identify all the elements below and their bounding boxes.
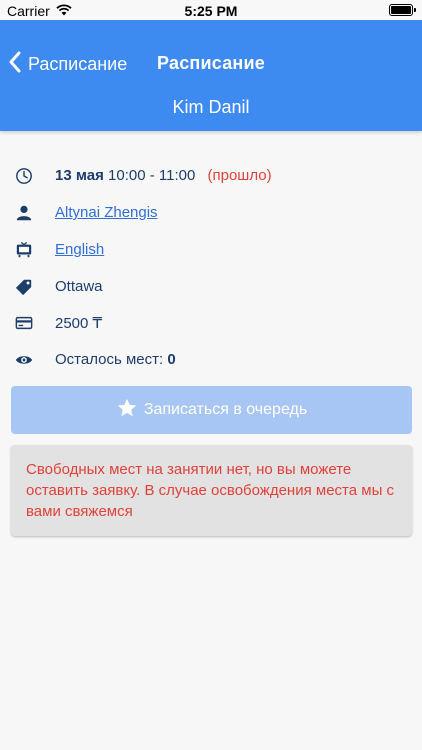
- star-icon: [116, 397, 138, 424]
- battery-icon: [389, 4, 416, 16]
- lesson-state-badge: (прошло): [207, 167, 272, 184]
- lesson-time: 10:00 - 11:00: [108, 167, 196, 184]
- lesson-datetime: 13 мая 10:00 - 11:00 (прошло): [55, 167, 272, 184]
- notice-text: Свободных мест на занятии нет, но вы мож…: [26, 461, 395, 520]
- seats-label: Осталось мест:: [55, 351, 164, 368]
- status-time: 5:25 PM: [184, 3, 238, 19]
- eye-icon: [14, 350, 34, 370]
- page-subtitle: Kim Danil: [172, 97, 250, 117]
- join-queue-label: Записаться в очередь: [143, 401, 308, 418]
- navigation-bar: Расписание Расписание Kim Danil: [0, 20, 422, 131]
- lesson-price-row: 2500 ₸: [0, 309, 422, 337]
- lesson-date: 13 мая: [55, 167, 104, 184]
- lesson-price: 2500 ₸: [55, 315, 103, 332]
- lesson-datetime-row: 13 мая 10:00 - 11:00 (прошло): [0, 162, 422, 190]
- lesson-location-row: Ottawa: [0, 273, 422, 301]
- tag-icon: [14, 277, 34, 297]
- card-icon: [14, 313, 34, 333]
- page-title: Расписание: [157, 53, 265, 73]
- seats-value: 0: [167, 351, 176, 368]
- subject-link[interactable]: English: [55, 241, 104, 258]
- person-icon: [14, 203, 34, 223]
- lesson-location: Ottawa: [55, 278, 103, 295]
- lesson-teacher-row: Altynai Zhengis: [0, 199, 422, 227]
- no-seats-notice: Свободных мест на занятии нет, но вы мож…: [11, 445, 412, 536]
- lesson-seats-row: Осталось мест: 0: [0, 346, 422, 374]
- lesson-subject-row: English: [0, 236, 422, 264]
- status-bar: Carrier 5:25 PM: [0, 0, 422, 20]
- tv-icon: [14, 240, 34, 260]
- teacher-link[interactable]: Altynai Zhengis: [55, 204, 158, 221]
- seats-remaining: Осталось мест: 0: [55, 351, 176, 368]
- clock-icon: [14, 166, 34, 186]
- join-queue-button[interactable]: Записаться в очередь: [11, 386, 412, 434]
